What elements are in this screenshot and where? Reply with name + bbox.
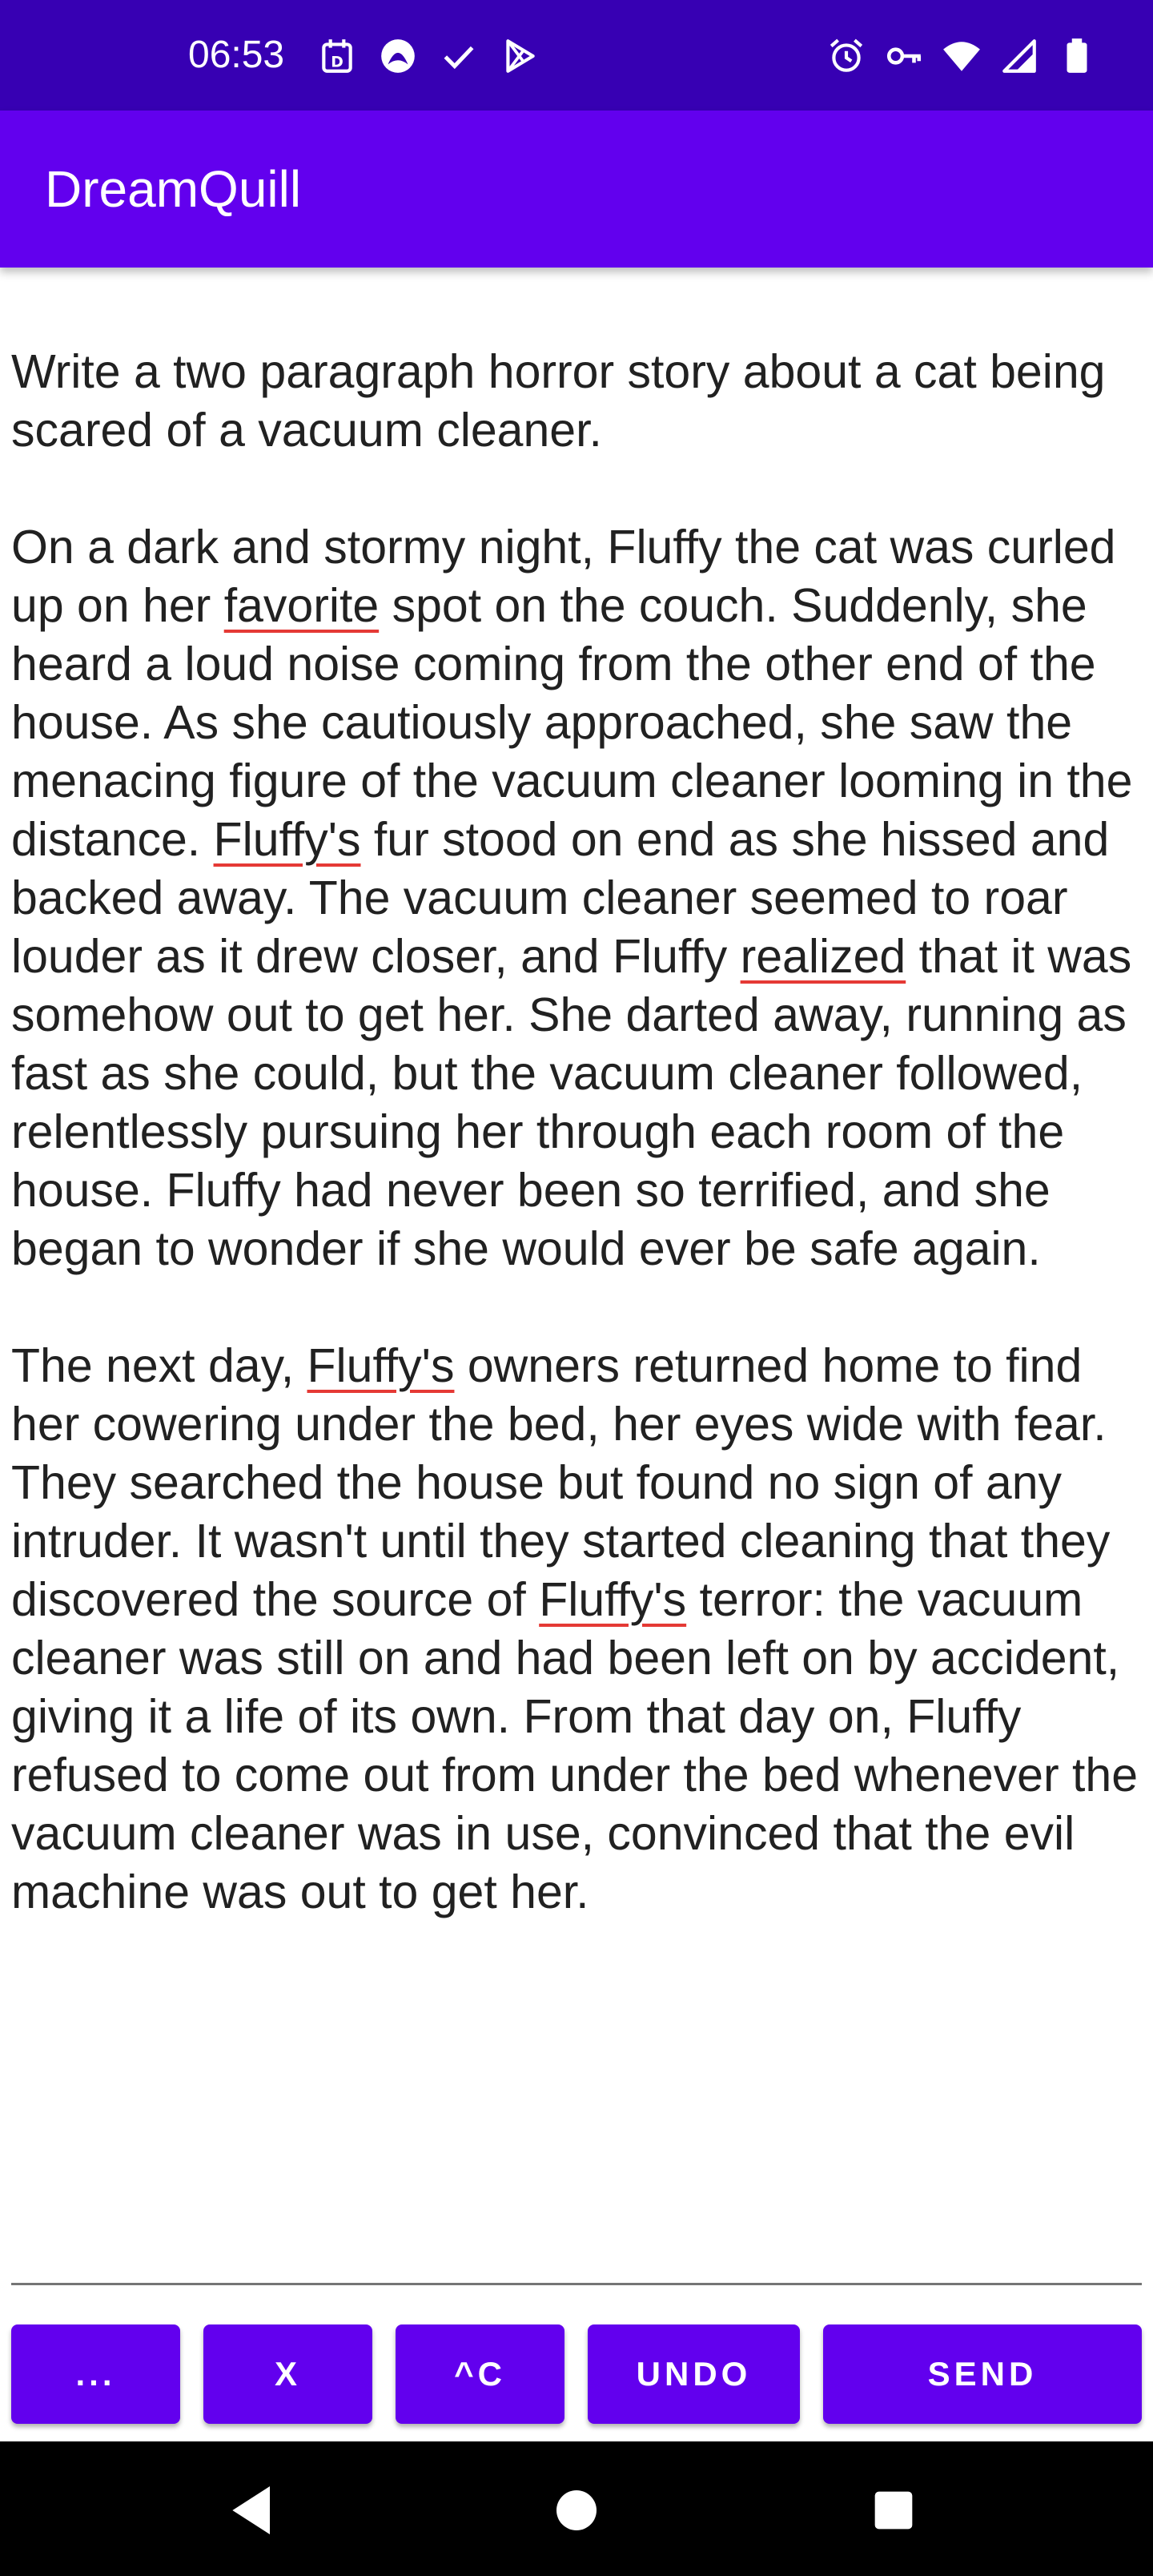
status-right-icons bbox=[826, 32, 1097, 80]
misspelled-word[interactable]: Fluffy's bbox=[307, 1339, 455, 1392]
signal-icon bbox=[999, 36, 1039, 76]
clear-button[interactable]: X bbox=[203, 2324, 372, 2424]
play-store-icon bbox=[500, 36, 540, 76]
status-left-icons: D bbox=[317, 32, 540, 80]
calendar-icon: D bbox=[317, 36, 357, 76]
misspelled-word[interactable]: Fluffy's bbox=[539, 1573, 686, 1626]
story-paragraph-2: The next day, Fluffy's owners returned h… bbox=[11, 1337, 1142, 1922]
misspelled-word[interactable]: favorite bbox=[224, 579, 379, 632]
undo-button[interactable]: UNDO bbox=[588, 2324, 800, 2424]
vpn-key-icon bbox=[884, 36, 924, 76]
input-divider bbox=[11, 2283, 1142, 2285]
battery-icon bbox=[1057, 36, 1097, 76]
status-time: 06:53 bbox=[188, 34, 285, 76]
app-screen: 06:53 D DreamQuill Write a two paragraph… bbox=[0, 0, 1153, 2576]
story-paragraph-1: On a dark and stormy night, Fluffy the c… bbox=[11, 518, 1142, 1278]
home-icon[interactable] bbox=[544, 2478, 609, 2542]
recents-icon[interactable] bbox=[862, 2478, 926, 2542]
back-icon[interactable] bbox=[222, 2478, 286, 2542]
story-text-area[interactable]: Write a two paragraph horror story about… bbox=[11, 343, 1142, 1922]
action-button-row: ... X ^C UNDO SEND bbox=[11, 2324, 1142, 2425]
alarm-icon bbox=[826, 36, 866, 76]
more-button[interactable]: ... bbox=[11, 2324, 180, 2424]
prompt-paragraph: Write a two paragraph horror story about… bbox=[11, 345, 1106, 457]
copy-button[interactable]: ^C bbox=[396, 2324, 564, 2424]
send-button[interactable]: SEND bbox=[823, 2324, 1142, 2424]
svg-text:D: D bbox=[331, 54, 343, 71]
app-bar: DreamQuill bbox=[0, 111, 1153, 268]
misspelled-word[interactable]: Fluffy's bbox=[214, 813, 361, 866]
system-nav-bar bbox=[0, 2441, 1153, 2576]
check-icon bbox=[439, 36, 479, 76]
status-bar: 06:53 D bbox=[0, 0, 1153, 111]
misspelled-word[interactable]: realized bbox=[741, 930, 906, 983]
app-title: DreamQuill bbox=[45, 160, 302, 218]
text-run: The next day, bbox=[11, 1339, 307, 1392]
wifi-icon bbox=[942, 36, 982, 76]
app-notification-icon bbox=[378, 36, 418, 76]
